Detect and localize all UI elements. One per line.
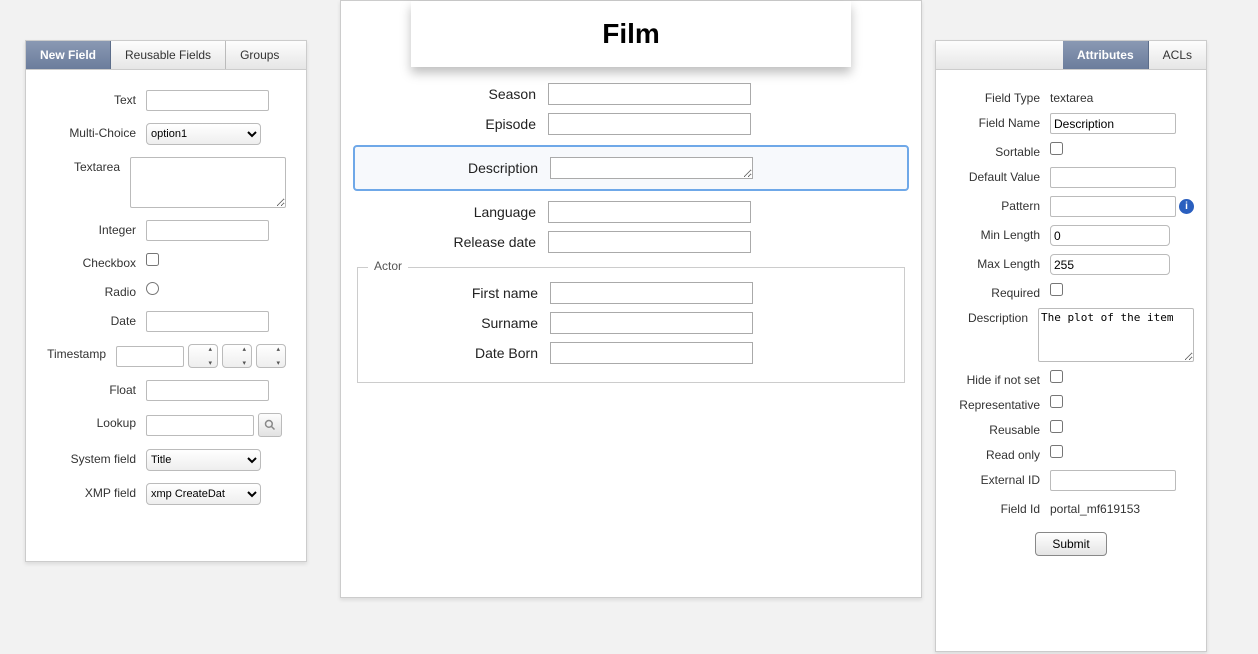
field-row-surname[interactable]: Surname bbox=[358, 308, 904, 338]
pattern-label: Pattern bbox=[948, 196, 1050, 213]
text-field-label: Text bbox=[46, 90, 146, 107]
field-row-date-born[interactable]: Date Born bbox=[358, 338, 904, 368]
representative-checkbox[interactable] bbox=[1050, 395, 1063, 408]
multichoice-select[interactable]: option1 bbox=[146, 123, 261, 145]
default-value-label: Default Value bbox=[948, 167, 1050, 184]
language-label: Language bbox=[341, 204, 548, 220]
form-title: Film bbox=[602, 18, 660, 50]
season-input[interactable] bbox=[548, 83, 751, 105]
info-icon[interactable]: i bbox=[1179, 199, 1194, 214]
season-label: Season bbox=[341, 86, 548, 102]
integer-label: Integer bbox=[46, 220, 146, 237]
integer-input[interactable] bbox=[146, 220, 269, 241]
form-preview-panel: Film Season Episode Description Language bbox=[340, 0, 922, 598]
required-checkbox[interactable] bbox=[1050, 283, 1063, 296]
external-id-input[interactable] bbox=[1050, 470, 1176, 491]
field-row-episode[interactable]: Episode bbox=[341, 109, 921, 139]
reusable-label: Reusable bbox=[948, 420, 1050, 437]
default-value-input[interactable] bbox=[1050, 167, 1176, 188]
checkbox-label: Checkbox bbox=[46, 253, 146, 270]
system-field-label: System field bbox=[46, 449, 146, 466]
episode-label: Episode bbox=[341, 116, 548, 132]
language-input[interactable] bbox=[548, 201, 751, 223]
field-name-input[interactable] bbox=[1050, 113, 1176, 134]
timestamp-stepper-1[interactable] bbox=[188, 344, 218, 368]
left-tabs: New Field Reusable Fields Groups bbox=[26, 41, 306, 70]
tab-groups[interactable]: Groups bbox=[226, 41, 293, 69]
text-field-input[interactable] bbox=[146, 90, 269, 111]
system-field-select[interactable]: Title bbox=[146, 449, 261, 471]
date-label: Date bbox=[46, 311, 146, 328]
form-title-bar: Film bbox=[411, 1, 851, 67]
date-born-input[interactable] bbox=[550, 342, 753, 364]
hide-if-not-set-checkbox[interactable] bbox=[1050, 370, 1063, 383]
timestamp-stepper-2[interactable] bbox=[222, 344, 252, 368]
field-id-value: portal_mf619153 bbox=[1050, 499, 1140, 516]
first-name-input[interactable] bbox=[550, 282, 753, 304]
actor-legend: Actor bbox=[368, 259, 408, 273]
field-type-label: Field Type bbox=[948, 88, 1050, 105]
checkbox-input[interactable] bbox=[146, 253, 159, 266]
release-date-label: Release date bbox=[341, 234, 548, 250]
first-name-label: First name bbox=[358, 285, 550, 301]
actor-group[interactable]: Actor First name Surname Date Born bbox=[357, 267, 905, 383]
attributes-panel: Attributes ACLs Field Type textarea Fiel… bbox=[935, 40, 1207, 652]
sortable-label: Sortable bbox=[948, 142, 1050, 159]
timestamp-stepper-3[interactable] bbox=[256, 344, 286, 368]
representative-label: Representative bbox=[948, 395, 1050, 412]
surname-input[interactable] bbox=[550, 312, 753, 334]
max-length-label: Max Length bbox=[948, 254, 1050, 271]
description-input[interactable] bbox=[550, 157, 753, 179]
field-row-release-date[interactable]: Release date bbox=[341, 227, 921, 257]
pattern-input[interactable] bbox=[1050, 196, 1176, 217]
min-length-label: Min Length bbox=[948, 225, 1050, 242]
field-row-first-name[interactable]: First name bbox=[358, 278, 904, 308]
read-only-label: Read only bbox=[948, 445, 1050, 462]
new-field-panel: New Field Reusable Fields Groups Text Mu… bbox=[25, 40, 307, 562]
read-only-checkbox[interactable] bbox=[1050, 445, 1063, 458]
reusable-checkbox[interactable] bbox=[1050, 420, 1063, 433]
hide-if-not-set-label: Hide if not set bbox=[948, 370, 1050, 387]
submit-button[interactable]: Submit bbox=[1035, 532, 1106, 556]
field-type-value: textarea bbox=[1050, 88, 1093, 105]
search-icon bbox=[264, 419, 276, 431]
tab-acls[interactable]: ACLs bbox=[1149, 41, 1206, 69]
field-row-language[interactable]: Language bbox=[341, 197, 921, 227]
sortable-checkbox[interactable] bbox=[1050, 142, 1063, 155]
timestamp-label: Timestamp bbox=[46, 344, 116, 361]
date-input[interactable] bbox=[146, 311, 269, 332]
field-name-label: Field Name bbox=[948, 113, 1050, 130]
xmp-field-label: XMP field bbox=[46, 483, 146, 500]
field-row-description-selected[interactable]: Description bbox=[353, 145, 909, 191]
radio-input[interactable] bbox=[146, 282, 159, 295]
right-tabs: Attributes ACLs bbox=[936, 41, 1206, 70]
surname-label: Surname bbox=[358, 315, 550, 331]
tab-reusable-fields[interactable]: Reusable Fields bbox=[111, 41, 226, 69]
attr-description-input[interactable] bbox=[1038, 308, 1194, 362]
field-id-label: Field Id bbox=[948, 499, 1050, 516]
required-label: Required bbox=[948, 283, 1050, 300]
field-row-season[interactable]: Season bbox=[341, 79, 921, 109]
date-born-label: Date Born bbox=[358, 345, 550, 361]
external-id-label: External ID bbox=[948, 470, 1050, 487]
max-length-input[interactable] bbox=[1050, 254, 1170, 275]
timestamp-input[interactable] bbox=[116, 346, 184, 367]
episode-input[interactable] bbox=[548, 113, 751, 135]
float-label: Float bbox=[46, 380, 146, 397]
tab-attributes[interactable]: Attributes bbox=[1063, 41, 1149, 69]
tab-new-field[interactable]: New Field bbox=[26, 41, 111, 69]
textarea-input[interactable] bbox=[130, 157, 286, 208]
radio-label: Radio bbox=[46, 282, 146, 299]
attr-description-label: Description bbox=[948, 308, 1038, 325]
multichoice-label: Multi-Choice bbox=[46, 123, 146, 140]
min-length-input[interactable] bbox=[1050, 225, 1170, 246]
xmp-field-select[interactable]: xmp CreateDat bbox=[146, 483, 261, 505]
float-input[interactable] bbox=[146, 380, 269, 401]
description-label: Description bbox=[355, 160, 550, 176]
release-date-input[interactable] bbox=[548, 231, 751, 253]
lookup-input[interactable] bbox=[146, 415, 254, 436]
lookup-search-button[interactable] bbox=[258, 413, 282, 437]
textarea-label: Textarea bbox=[46, 157, 130, 174]
lookup-label: Lookup bbox=[46, 413, 146, 430]
